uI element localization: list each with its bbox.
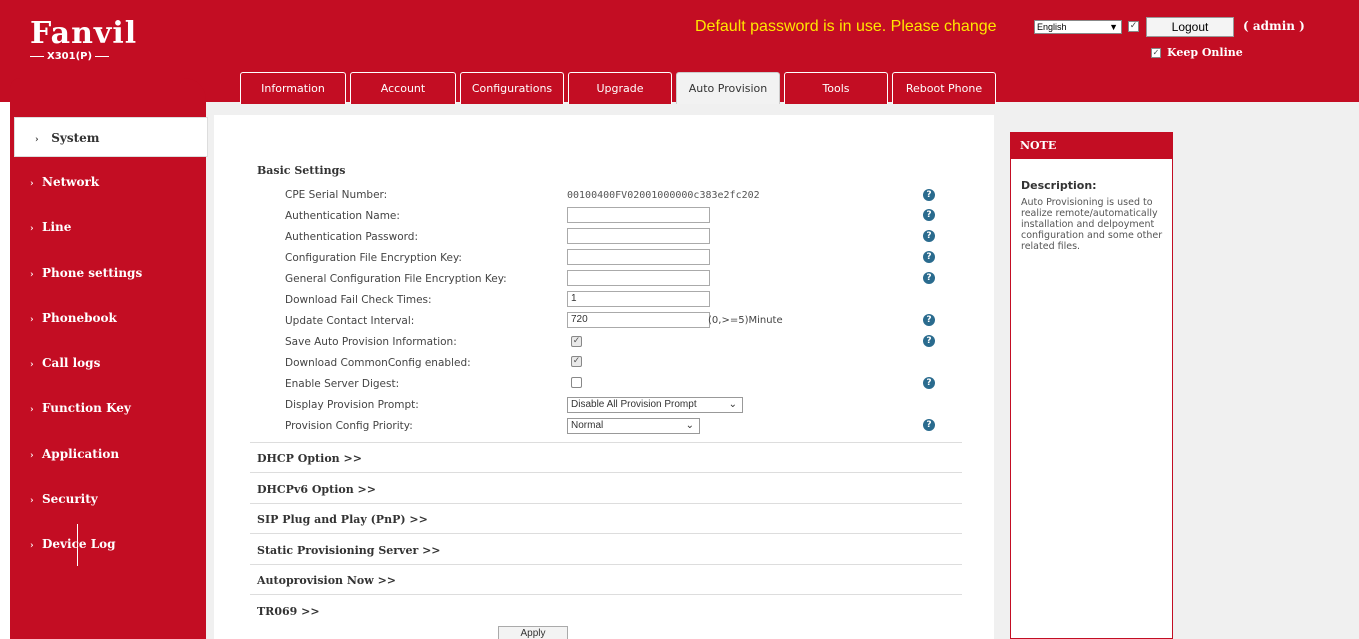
fail-check-label: Download Fail Check Times:	[285, 294, 432, 306]
current-user-label: ( admin )	[1243, 19, 1305, 33]
header-checkbox[interactable]: ✓	[1128, 21, 1139, 32]
general-key-input[interactable]	[567, 270, 710, 286]
tab-upgrade[interactable]: Upgrade	[568, 72, 672, 104]
chevron-down-icon: ⌄	[685, 420, 694, 431]
help-icon[interactable]: ?	[923, 377, 935, 389]
save-info-label: Save Auto Provision Information:	[285, 336, 457, 348]
sip-pnp-section[interactable]: SIP Plug and Play (PnP) >>	[257, 513, 428, 526]
tab-bar: Information Account Configurations Upgra…	[240, 72, 1000, 104]
help-icon[interactable]: ?	[923, 189, 935, 201]
brand-name: Fanvil	[30, 16, 138, 51]
dhcp-option-section[interactable]: DHCP Option >>	[257, 452, 362, 465]
chevron-right-icon: ›	[30, 541, 34, 551]
help-icon[interactable]: ?	[923, 209, 935, 221]
divider	[250, 472, 962, 473]
divider	[250, 533, 962, 534]
basic-settings-title: Basic Settings	[257, 164, 346, 177]
update-interval-input[interactable]: 720	[567, 312, 710, 328]
autoprovision-now-section[interactable]: Autoprovision Now >>	[257, 574, 396, 587]
auth-name-label: Authentication Name:	[285, 210, 400, 222]
note-panel: NOTE Description: Auto Provisioning is u…	[1010, 132, 1173, 639]
sidebar-item-system[interactable]: › System	[14, 117, 208, 157]
help-icon[interactable]: ?	[923, 335, 935, 347]
server-digest-label: Enable Server Digest:	[285, 378, 400, 390]
chevron-right-icon: ›	[30, 360, 34, 370]
cpe-serial-value: 00100400FV02001000000c383e2fc202	[567, 190, 760, 201]
default-password-warning: Default password is in use. Please chang…	[695, 18, 997, 35]
sidebar-item-application[interactable]: › Application	[0, 437, 196, 471]
tab-configurations[interactable]: Configurations	[460, 72, 564, 104]
general-key-label: General Configuration File Encryption Ke…	[285, 273, 507, 285]
config-key-label: Configuration File Encryption Key:	[285, 252, 462, 264]
divider	[250, 594, 962, 595]
dhcpv6-option-section[interactable]: DHCPv6 Option >>	[257, 483, 376, 496]
fanvil-logo: Fanvil X301(P)	[30, 16, 138, 64]
provision-prompt-label: Display Provision Prompt:	[285, 399, 419, 411]
note-body: Auto Provisioning is used to realize rem…	[1021, 197, 1163, 252]
sidebar-item-phonebook[interactable]: › Phonebook	[0, 301, 196, 335]
save-info-checkbox[interactable]: ✓	[571, 336, 582, 347]
provision-prompt-select[interactable]: Disable All Provision Prompt ⌄	[567, 397, 743, 413]
static-provisioning-section[interactable]: Static Provisioning Server >>	[257, 544, 441, 557]
chevron-right-icon: ›	[30, 496, 34, 506]
help-icon[interactable]: ?	[923, 314, 935, 326]
sidebar-item-phone-settings[interactable]: › Phone settings	[0, 256, 196, 290]
tab-tools[interactable]: Tools	[784, 72, 888, 104]
auth-name-input[interactable]	[567, 207, 710, 223]
divider	[250, 503, 962, 504]
server-digest-checkbox[interactable]	[571, 377, 582, 388]
update-interval-unit: (0,>=5)Minute	[708, 315, 783, 326]
chevron-right-icon: ›	[30, 405, 34, 415]
tab-account[interactable]: Account	[350, 72, 456, 104]
chevron-right-icon: ›	[35, 135, 39, 145]
update-interval-label: Update Contact Interval:	[285, 315, 415, 327]
chevron-down-icon: ▼	[1109, 22, 1118, 32]
chevron-right-icon: ›	[30, 315, 34, 325]
auth-password-input[interactable]	[567, 228, 710, 244]
common-config-label: Download CommonConfig enabled:	[285, 357, 471, 369]
divider	[250, 564, 962, 565]
fail-check-input[interactable]: 1	[567, 291, 710, 307]
help-icon[interactable]: ?	[923, 230, 935, 242]
help-icon[interactable]: ?	[923, 419, 935, 431]
sidebar-item-network[interactable]: › Network	[0, 165, 196, 199]
chevron-right-icon: ›	[30, 224, 34, 234]
divider	[250, 442, 962, 443]
auth-password-label: Authentication Password:	[285, 231, 418, 243]
tab-auto-provision[interactable]: Auto Provision	[676, 72, 780, 104]
config-priority-label: Provision Config Priority:	[285, 420, 413, 432]
help-icon[interactable]: ?	[923, 251, 935, 263]
tab-information[interactable]: Information	[240, 72, 346, 104]
help-icon[interactable]: ?	[923, 272, 935, 284]
model-name: X301(P)	[30, 51, 132, 62]
sidebar-item-call-logs[interactable]: › Call logs	[0, 346, 196, 380]
note-title: Description:	[1021, 179, 1097, 192]
sidebar-item-device-log[interactable]: › Device Log	[0, 527, 196, 561]
tr069-section[interactable]: TR069 >>	[257, 605, 320, 618]
apply-button[interactable]: Apply	[498, 626, 568, 639]
sidebar-item-security[interactable]: › Security	[0, 482, 196, 516]
language-select[interactable]: English ▼	[1034, 20, 1122, 34]
chevron-right-icon: ›	[30, 270, 34, 280]
config-priority-select[interactable]: Normal ⌄	[567, 418, 700, 434]
chevron-right-icon: ›	[30, 451, 34, 461]
logout-button[interactable]: Logout	[1146, 17, 1234, 37]
keep-online-label: Keep Online	[1167, 46, 1243, 59]
chevron-right-icon: ›	[30, 179, 34, 189]
common-config-checkbox[interactable]: ✓	[571, 356, 582, 367]
chevron-down-icon: ⌄	[728, 399, 737, 410]
sidebar-item-line[interactable]: › Line	[0, 210, 196, 244]
tab-reboot-phone[interactable]: Reboot Phone	[892, 72, 996, 104]
keep-online-checkbox[interactable]: ✓	[1151, 48, 1161, 58]
cpe-serial-label: CPE Serial Number:	[285, 189, 388, 201]
note-header: NOTE	[1011, 133, 1172, 159]
text-cursor	[77, 524, 78, 566]
config-key-input[interactable]	[567, 249, 710, 265]
sidebar-item-function-key[interactable]: › Function Key	[0, 391, 196, 425]
